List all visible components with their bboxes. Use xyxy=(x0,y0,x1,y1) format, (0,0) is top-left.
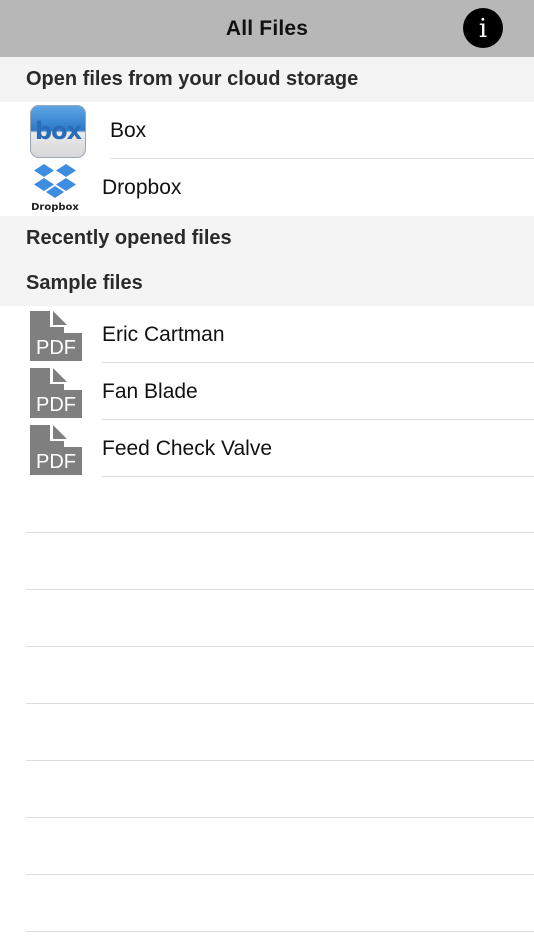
empty-row-separator xyxy=(26,817,534,818)
svg-text:Dropbox: Dropbox xyxy=(31,202,79,213)
empty-row-separator xyxy=(26,646,534,647)
sample-row-label: Eric Cartman xyxy=(102,322,225,346)
section-title: Sample files xyxy=(26,272,143,294)
pdf-file-icon: PDF xyxy=(30,311,82,361)
section-title: Recently opened files xyxy=(26,227,232,249)
navigation-bar: All Files i xyxy=(0,0,534,57)
section-header-cloud-storage: Open files from your cloud storage xyxy=(0,57,534,102)
box-logo-icon: box xyxy=(30,105,86,158)
pdf-file-icon: PDF xyxy=(30,425,82,475)
cloud-row-box[interactable]: box Box xyxy=(0,102,534,159)
sample-row-label: Fan Blade xyxy=(102,379,198,403)
svg-text:PDF: PDF xyxy=(36,337,76,359)
page-title: All Files xyxy=(225,16,309,40)
svg-text:PDF: PDF xyxy=(36,394,76,416)
sample-row-fan-blade[interactable]: PDF Fan Blade xyxy=(0,363,534,420)
pdf-file-icon: PDF xyxy=(30,368,82,418)
row-separator xyxy=(102,476,534,477)
empty-row-separator xyxy=(26,703,534,704)
dropbox-logo-icon: Dropbox xyxy=(31,164,79,213)
empty-row-separator xyxy=(26,760,534,761)
sample-row-eric-cartman[interactable]: PDF Eric Cartman xyxy=(0,306,534,363)
empty-row-separator xyxy=(26,589,534,590)
sample-row-label: Feed Check Valve xyxy=(102,436,273,460)
sample-row-feed-check-valve[interactable]: PDF Feed Check Valve xyxy=(0,420,534,477)
section-header-samples: Sample files xyxy=(0,261,534,306)
cloud-row-dropbox[interactable]: Dropbox Dropbox xyxy=(0,159,534,216)
info-button[interactable]: i xyxy=(463,8,503,48)
section-title: Open files from your cloud storage xyxy=(26,68,359,90)
empty-row-separator xyxy=(26,931,534,932)
section-header-recent: Recently opened files xyxy=(0,216,534,261)
cloud-row-label: Box xyxy=(110,118,147,142)
svg-text:PDF: PDF xyxy=(36,451,76,473)
info-icon: i xyxy=(478,13,488,44)
empty-row-separator xyxy=(26,874,534,875)
cloud-row-label: Dropbox xyxy=(102,175,182,199)
empty-row-separator xyxy=(26,532,534,533)
